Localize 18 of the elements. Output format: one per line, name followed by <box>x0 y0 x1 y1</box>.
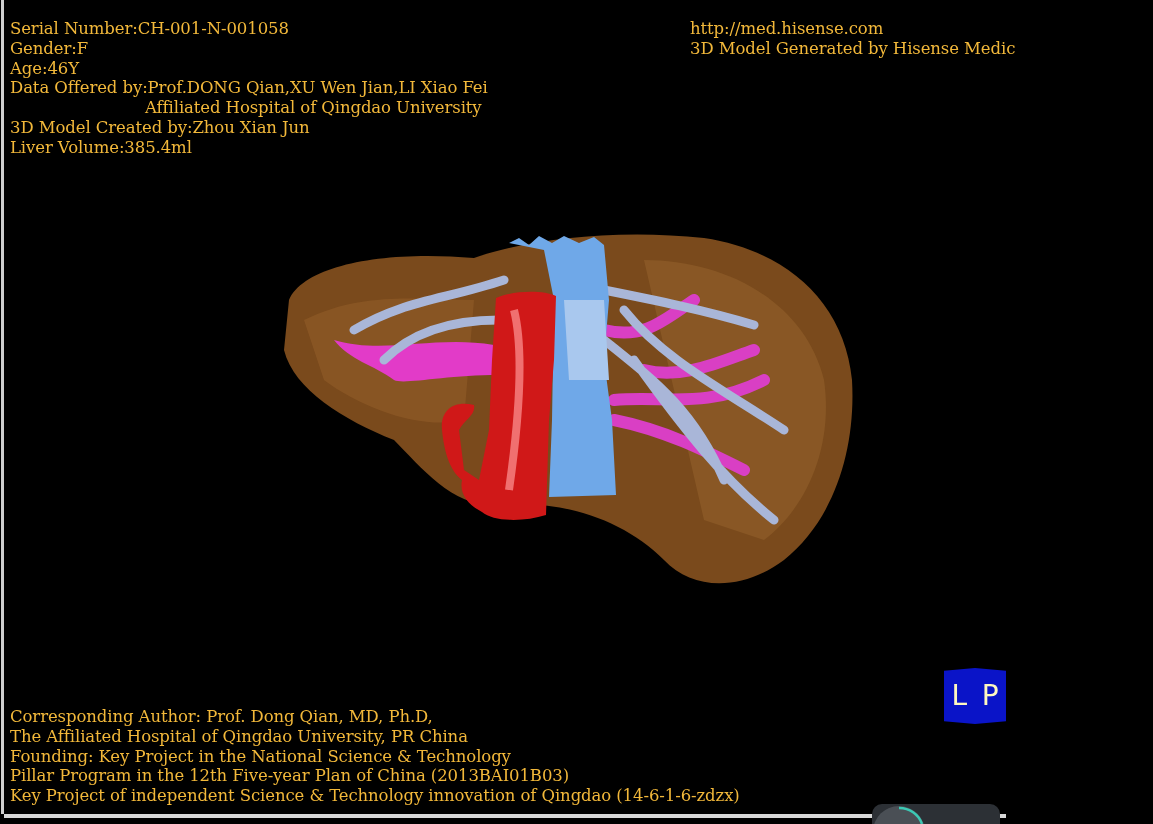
info-line: Data Offered by:Prof.DONG Qian,XU Wen Jian,LI Xiao Fei <box>10 78 488 99</box>
info-line: http://med.hisense.com <box>690 19 884 39</box>
info-line: Serial Number:CH-001-N-001058 <box>10 19 289 39</box>
info-line: Age:46Y <box>10 58 79 79</box>
info-line: Liver Volume:385.4ml <box>10 137 192 158</box>
orientation-label: P <box>981 681 999 711</box>
orientation-cube[interactable]: L P <box>944 668 1006 724</box>
footer-line: Pillar Program in the 12th Five-year Plan of China (2013BAI01B03) <box>10 766 569 787</box>
info-line: Gender:F <box>10 38 88 59</box>
footer-line: Founding: Key Project in the National Science & Technology <box>10 746 511 767</box>
footer-line: The Affiliated Hospital of Qingdao University, PR China <box>10 726 468 747</box>
gauge-icon <box>872 804 926 824</box>
footer-line: Key Project of independent Science & Technology innovation of Qingdao (14-6-1-6-zdzx) <box>10 786 740 806</box>
orientation-label: L <box>951 681 967 711</box>
info-line: 3D Model Generated by Hisense Medic <box>690 38 1016 59</box>
footer-line: Corresponding Author: Prof. Dong Qian, MD, Ph.D, <box>10 707 433 727</box>
info-line: Affiliated Hospital of Qingdao University <box>144 98 482 118</box>
info-line: 3D Model Created by:Zhou Xian Jun <box>10 118 310 138</box>
